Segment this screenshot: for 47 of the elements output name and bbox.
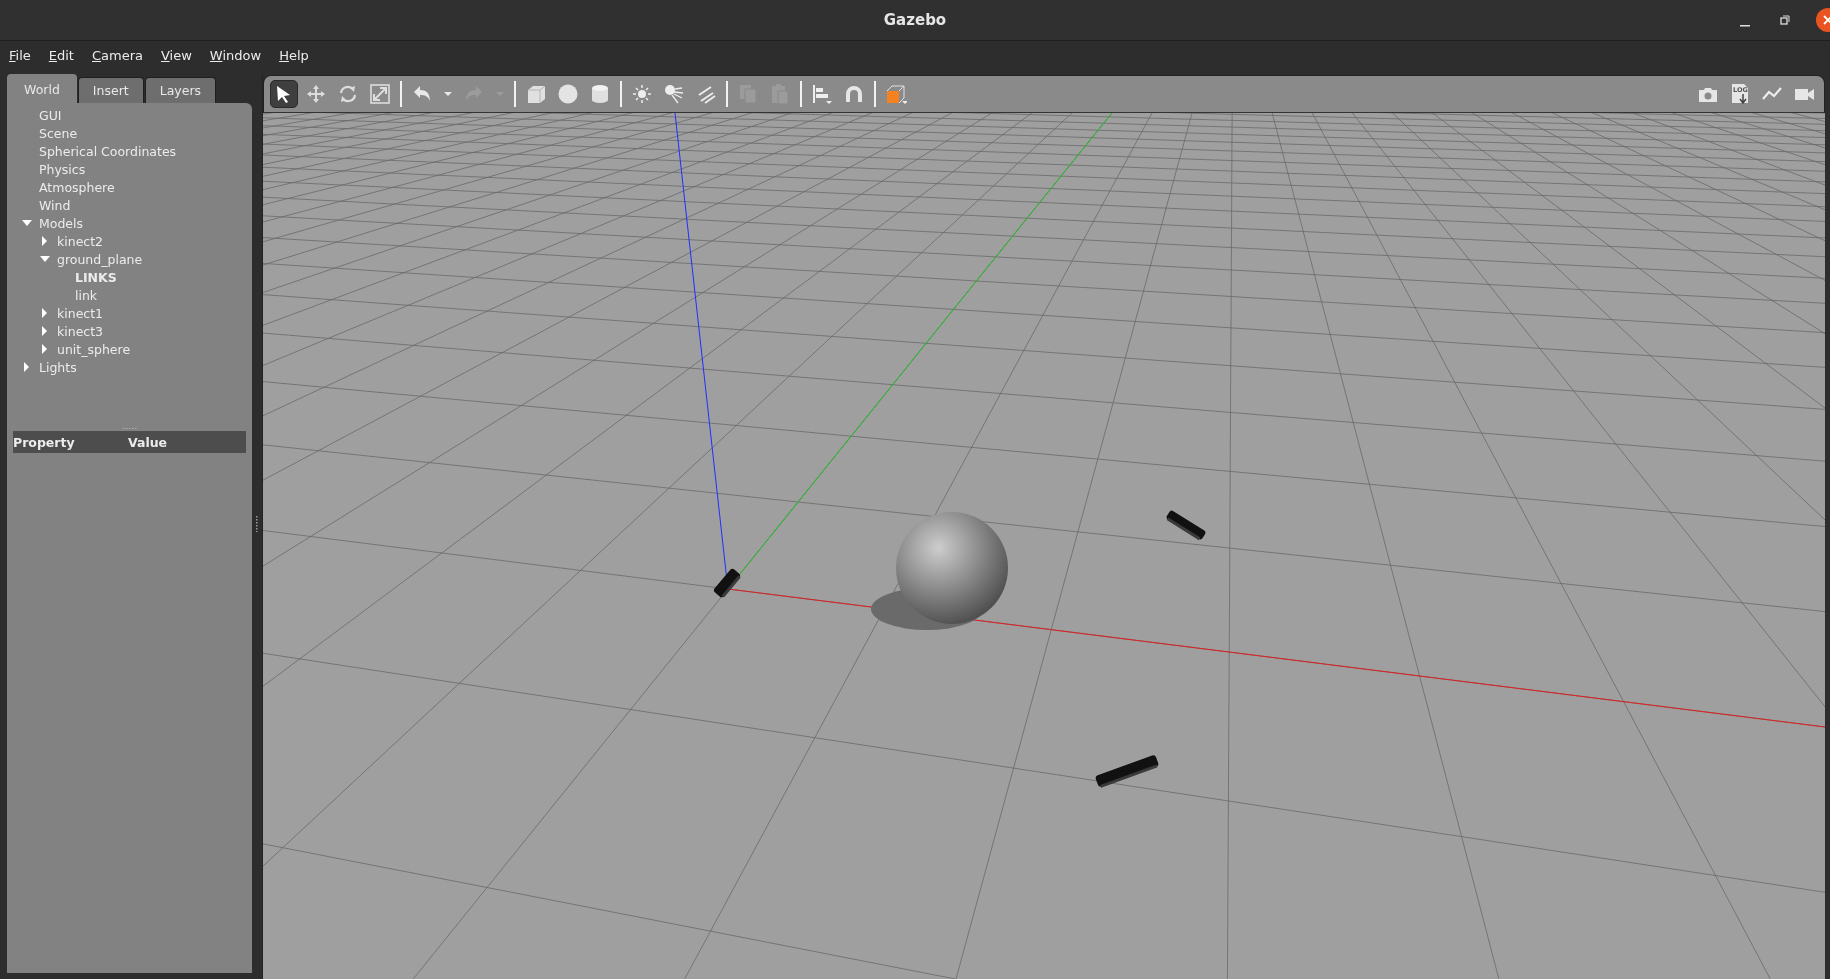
sphere-icon [557, 83, 579, 105]
menu-item[interactable]: Edit [48, 47, 83, 63]
expand-arrow-icon[interactable] [39, 254, 51, 264]
scale-icon [369, 83, 391, 105]
restore-icon [1780, 15, 1790, 25]
tree-item[interactable]: LINKS [75, 269, 117, 285]
menu-item[interactable]: View [161, 47, 201, 63]
column-header: Value [128, 434, 168, 450]
caret-icon [444, 92, 452, 96]
tree-item[interactable]: Scene [39, 125, 78, 141]
magnet-icon [843, 83, 865, 105]
tree-item[interactable]: GUI [39, 107, 62, 123]
tree-item[interactable]: Physics [39, 161, 86, 177]
tree-item[interactable]: ground_plane [57, 251, 143, 267]
minimize-icon [1740, 25, 1750, 27]
splitter-handle-icon[interactable] [122, 426, 137, 430]
menu-item[interactable]: Camera [91, 47, 152, 63]
tree-item[interactable]: Spherical Coordinates [39, 143, 177, 159]
splitter-handle-icon[interactable] [256, 516, 258, 532]
tree-item[interactable]: kinect2 [57, 233, 104, 249]
move-arrows-icon [305, 83, 327, 105]
tree-item[interactable]: unit_sphere [57, 341, 131, 357]
window-title: Gazebo [883, 11, 947, 29]
tree-item[interactable]: kinect3 [57, 323, 104, 339]
align-icon [811, 83, 833, 105]
tree-item[interactable]: link [75, 287, 98, 303]
spotlight-icon [663, 83, 685, 105]
tree-item[interactable]: Atmosphere [39, 179, 115, 195]
expand-arrow-icon[interactable] [21, 218, 33, 228]
box-icon [525, 83, 547, 105]
tree-item[interactable]: Models [39, 215, 84, 231]
tab[interactable]: World [7, 74, 77, 103]
cube-icon [885, 83, 907, 105]
tab[interactable]: Insert [77, 77, 144, 103]
tree-item[interactable]: Wind [39, 197, 71, 213]
sun-icon [631, 83, 653, 105]
column-header: Property [13, 434, 76, 450]
menu-item[interactable]: File [9, 47, 40, 63]
menu-item[interactable]: Window [209, 47, 271, 63]
tab[interactable]: Layers [144, 77, 217, 103]
pointer-arrow-button[interactable] [270, 80, 298, 108]
tree-item[interactable]: kinect1 [57, 305, 104, 321]
tree-item[interactable]: Lights [39, 359, 77, 375]
cylinder-icon [589, 83, 611, 105]
rotate-icon [337, 83, 359, 105]
menu-item[interactable]: Help [279, 47, 318, 63]
close-icon [1823, 15, 1830, 25]
